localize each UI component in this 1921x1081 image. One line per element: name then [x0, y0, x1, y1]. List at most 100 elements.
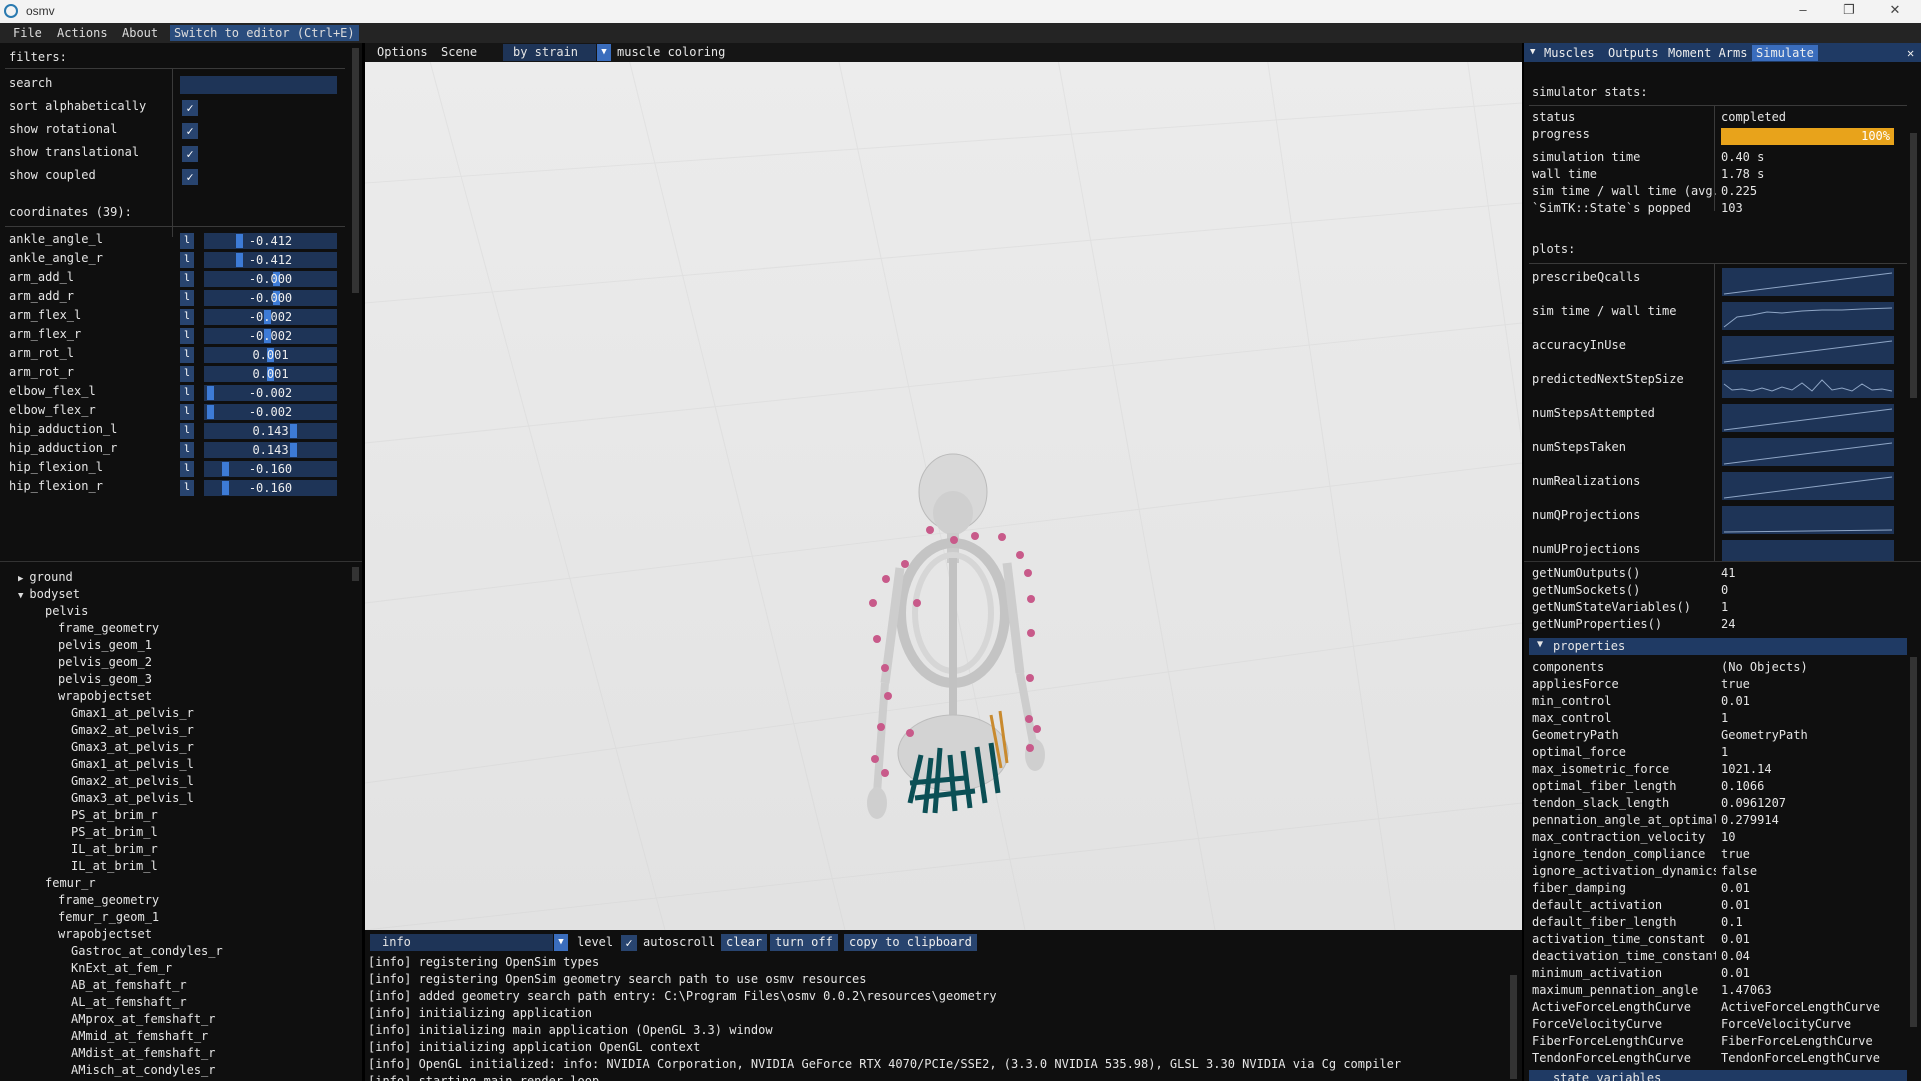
coordinate-slider[interactable]: -0.002 [204, 385, 337, 401]
lock-toggle-icon[interactable]: l [180, 385, 194, 401]
scene-canvas[interactable] [365, 43, 1522, 930]
tree-item[interactable]: Gmax2_at_pelvis_l [71, 774, 194, 788]
sort-alphabetically-checkbox[interactable]: ✓ [182, 100, 198, 116]
coordinates-scrollbar[interactable] [352, 48, 359, 293]
tree-item[interactable]: femur_r_geom_1 [58, 910, 159, 924]
coordinate-slider[interactable]: 0.001 [204, 347, 337, 363]
tree-item[interactable]: wrapobjectset [58, 689, 152, 703]
log-level-dropdown[interactable]: info [370, 934, 553, 951]
muscle-coloring-dropdown[interactable]: by strain [503, 44, 596, 61]
stats-scrollbar[interactable] [1910, 133, 1917, 398]
show-rotational-checkbox[interactable]: ✓ [182, 123, 198, 139]
properties-scrollbar[interactable] [1910, 657, 1917, 1027]
lock-toggle-icon[interactable]: l [180, 309, 194, 325]
coordinate-slider[interactable]: -0.002 [204, 404, 337, 420]
minimize-button[interactable]: – [1793, 2, 1813, 20]
property-value: 0.1066 [1721, 779, 1765, 793]
tree-item[interactable]: KnExt_at_fem_r [71, 961, 172, 975]
tree-item[interactable]: AL_at_femshaft_r [71, 995, 187, 1009]
tree-item[interactable]: AMmid_at_femshaft_r [71, 1029, 208, 1043]
coordinate-slider[interactable]: 0.143 [204, 442, 337, 458]
3d-viewport[interactable]: Options Scene by strain ▼ muscle colorin… [365, 43, 1522, 930]
state-variables-header[interactable]: state variables [1529, 1070, 1907, 1081]
collapsed-icon[interactable]: ▶ [18, 574, 23, 584]
tree-item[interactable]: AMdist_at_femshaft_r [71, 1046, 216, 1060]
lock-toggle-icon[interactable]: l [180, 442, 194, 458]
turn-off-log-button[interactable]: turn off [770, 934, 838, 951]
coordinate-slider[interactable]: -0.160 [204, 480, 337, 496]
tree-item[interactable]: AMisch_at_condyles_r [71, 1063, 216, 1077]
tree-item[interactable]: pelvis_geom_2 [58, 655, 152, 669]
tree-item[interactable]: Gmax2_at_pelvis_r [71, 723, 194, 737]
chevron-down-icon[interactable]: ▼ [597, 44, 611, 61]
tree-item[interactable]: pelvis_geom_3 [58, 672, 152, 686]
hierarchy-scrollbar[interactable] [352, 567, 359, 581]
tree-item[interactable]: ▶ ground [18, 570, 73, 584]
tree-item[interactable]: pelvis [45, 604, 88, 618]
search-input[interactable] [180, 76, 337, 94]
tree-item[interactable]: pelvis_geom_1 [58, 638, 152, 652]
show-coupled-checkbox[interactable]: ✓ [182, 169, 198, 185]
coordinate-slider[interactable]: -0.160 [204, 461, 337, 477]
close-panel-icon[interactable]: ✕ [1903, 45, 1918, 61]
coordinate-slider[interactable]: -0.000 [204, 271, 337, 287]
tab-moment-arms[interactable]: Moment Arms [1664, 45, 1751, 61]
lock-toggle-icon[interactable]: l [180, 423, 194, 439]
tree-item[interactable]: IL_at_brim_l [71, 859, 158, 873]
properties-header-label: properties [1553, 639, 1626, 653]
tree-item[interactable]: PS_at_brim_l [71, 825, 158, 839]
tab-simulate[interactable]: Simulate [1752, 45, 1818, 61]
options-menu[interactable]: Options [377, 45, 428, 59]
show-translational-checkbox[interactable]: ✓ [182, 146, 198, 162]
tree-item[interactable]: frame_geometry [58, 621, 159, 635]
coordinate-slider[interactable]: 0.143 [204, 423, 337, 439]
tree-item[interactable]: Gmax1_at_pelvis_r [71, 706, 194, 720]
tab-muscles[interactable]: Muscles [1540, 45, 1599, 61]
chevron-down-icon[interactable]: ▼ [554, 934, 568, 951]
tree-item[interactable]: femur_r [45, 876, 96, 890]
collapse-icon[interactable]: ▼ [1526, 44, 1539, 60]
tree-item[interactable]: ▼ bodyset [18, 587, 80, 601]
lock-toggle-icon[interactable]: l [180, 461, 194, 477]
menu-actions[interactable]: Actions [53, 25, 112, 41]
coordinate-slider[interactable]: -0.412 [204, 233, 337, 249]
lock-toggle-icon[interactable]: l [180, 404, 194, 420]
lock-toggle-icon[interactable]: l [180, 480, 194, 496]
scene-menu[interactable]: Scene [441, 45, 477, 59]
menu-about[interactable]: About [118, 25, 162, 41]
coordinate-slider[interactable]: 0.001 [204, 366, 337, 382]
close-window-button[interactable]: ✕ [1885, 2, 1905, 20]
tree-item[interactable]: wrapobjectset [58, 927, 152, 941]
lock-toggle-icon[interactable]: l [180, 290, 194, 306]
tree-item[interactable]: PS_at_brim_r [71, 808, 158, 822]
autoscroll-checkbox[interactable]: ✓ [621, 935, 637, 951]
properties-header[interactable]: ▼ properties [1529, 638, 1907, 655]
switch-to-editor-button[interactable]: Switch to editor (Ctrl+E) [170, 25, 359, 41]
coordinate-slider[interactable]: -0.002 [204, 328, 337, 344]
coordinate-slider[interactable]: -0.000 [204, 290, 337, 306]
expanded-icon[interactable]: ▼ [18, 591, 23, 601]
coordinate-value: 0.143 [252, 424, 289, 438]
lock-toggle-icon[interactable]: l [180, 252, 194, 268]
tree-item[interactable]: IL_at_brim_r [71, 842, 158, 856]
log-scrollbar[interactable] [1510, 975, 1517, 1079]
maximize-button[interactable]: ❐ [1839, 2, 1859, 20]
lock-toggle-icon[interactable]: l [180, 347, 194, 363]
menu-file[interactable]: File [9, 25, 46, 41]
lock-toggle-icon[interactable]: l [180, 366, 194, 382]
lock-toggle-icon[interactable]: l [180, 271, 194, 287]
tree-item[interactable]: frame_geometry [58, 893, 159, 907]
tab-outputs[interactable]: Outputs [1604, 45, 1663, 61]
tree-item[interactable]: AB_at_femshaft_r [71, 978, 187, 992]
coordinate-slider[interactable]: -0.002 [204, 309, 337, 325]
tree-item[interactable]: Gmax3_at_pelvis_r [71, 740, 194, 754]
lock-toggle-icon[interactable]: l [180, 328, 194, 344]
clear-log-button[interactable]: clear [721, 934, 768, 951]
coordinate-slider[interactable]: -0.412 [204, 252, 337, 268]
lock-toggle-icon[interactable]: l [180, 233, 194, 249]
copy-to-clipboard-button[interactable]: copy to clipboard [844, 934, 977, 951]
tree-item[interactable]: Gmax3_at_pelvis_l [71, 791, 194, 805]
tree-item[interactable]: Gmax1_at_pelvis_l [71, 757, 194, 771]
tree-item[interactable]: AMprox_at_femshaft_r [71, 1012, 216, 1026]
tree-item[interactable]: Gastroc_at_condyles_r [71, 944, 223, 958]
